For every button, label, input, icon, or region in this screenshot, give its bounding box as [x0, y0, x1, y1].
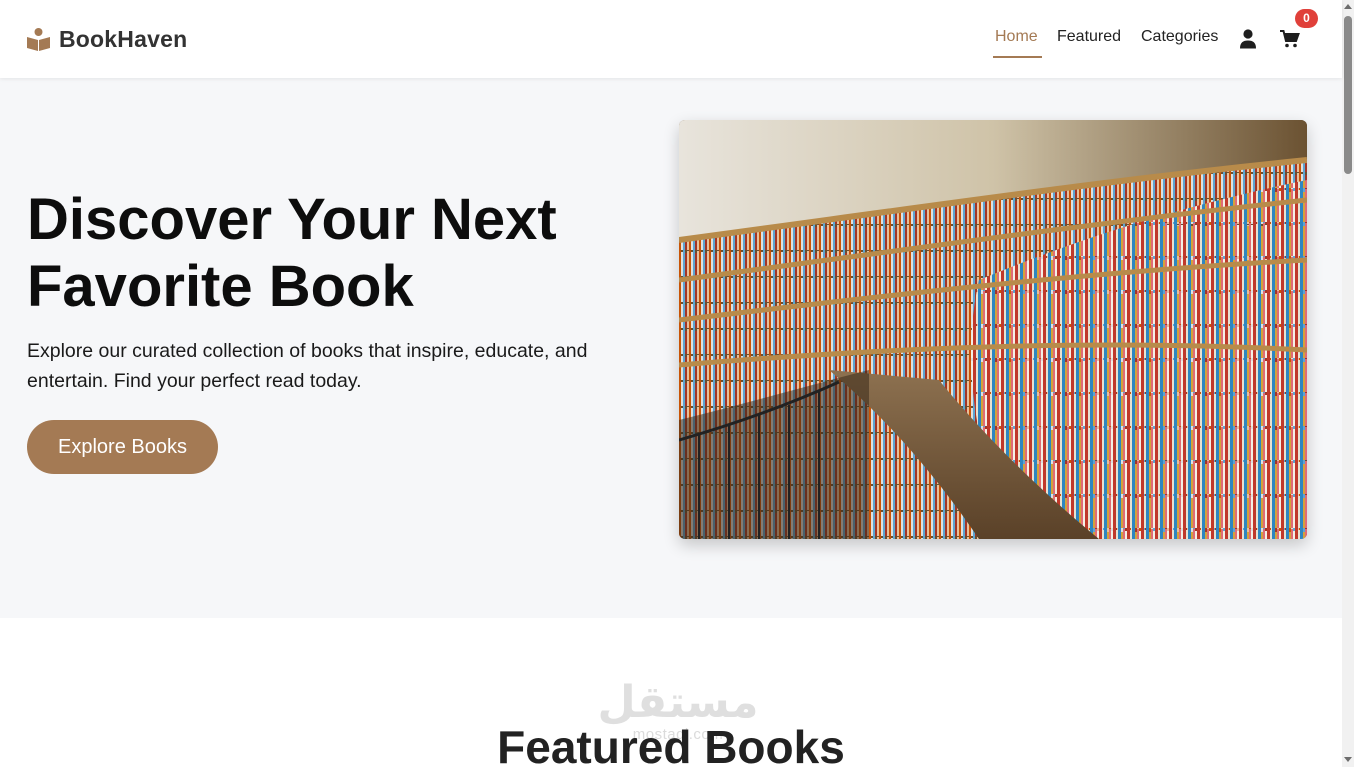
logo[interactable]: BookHaven: [26, 26, 187, 53]
user-icon[interactable]: [1239, 29, 1257, 49]
hero-title: Discover Your Next Favorite Book: [27, 186, 627, 320]
book-reader-icon: [27, 28, 50, 51]
brand-name: BookHaven: [59, 26, 188, 52]
hero-library-image: [679, 120, 1307, 539]
nav-featured[interactable]: Featured: [1057, 28, 1121, 46]
nav-categories[interactable]: Categories: [1141, 28, 1218, 46]
scroll-thumb[interactable]: [1344, 16, 1352, 174]
page-scrollbar[interactable]: [1342, 0, 1354, 767]
hero-title-line1: Discover Your Next: [27, 187, 557, 252]
hero-subtitle: Explore our curated collection of books …: [27, 340, 588, 392]
site-header: BookHaven Home Featured Categories 0: [0, 0, 1342, 78]
active-nav-underline: [993, 56, 1042, 58]
hero-section: Discover Your Next Favorite Book Explore…: [0, 78, 1342, 618]
scroll-up-arrow-icon[interactable]: [1344, 4, 1352, 9]
cart-icon[interactable]: [1280, 30, 1300, 48]
nav-home[interactable]: Home: [995, 28, 1038, 46]
cart-count-badge: 0: [1295, 9, 1318, 28]
explore-books-button[interactable]: Explore Books: [27, 420, 218, 474]
scroll-down-arrow-icon[interactable]: [1344, 757, 1352, 762]
featured-books-title: Featured Books: [497, 721, 845, 767]
hero-title-line2: Favorite Book: [27, 254, 414, 319]
